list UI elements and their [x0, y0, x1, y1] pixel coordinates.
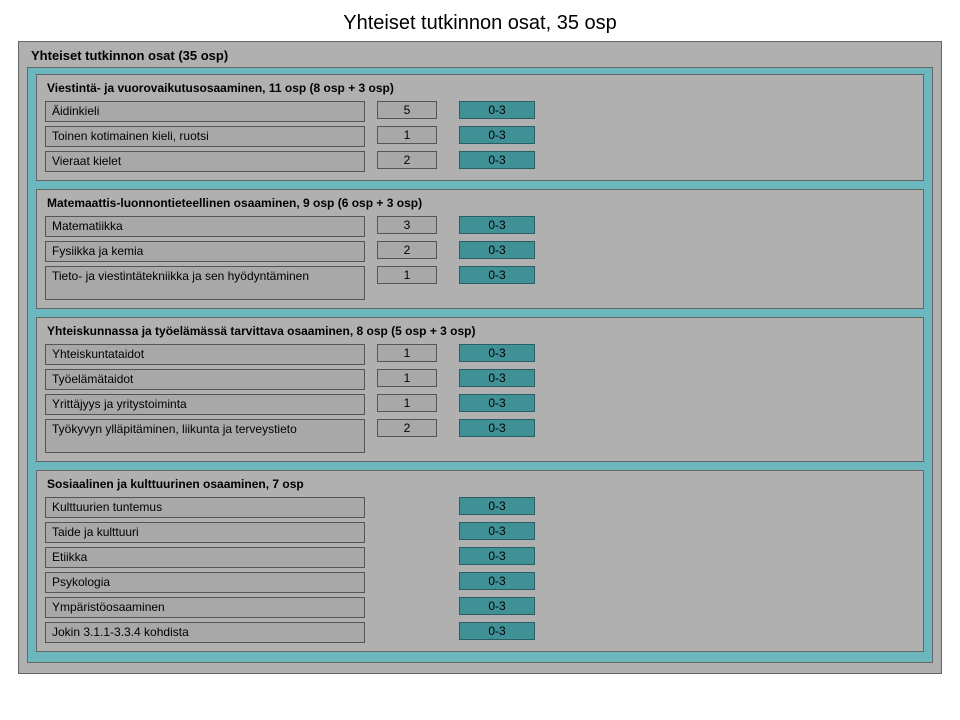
course-row: Kulttuurien tuntemus 0-3 [45, 497, 915, 518]
range-cell: 0-3 [459, 369, 535, 387]
range-cell: 0-3 [459, 547, 535, 565]
credits-cell: 1 [377, 266, 437, 284]
range-cell: 0-3 [459, 622, 535, 640]
range-cell: 0-3 [459, 126, 535, 144]
course-row: Psykologia 0-3 [45, 572, 915, 593]
main-panel: Viestintä- ja vuorovaikutusosaaminen, 11… [27, 67, 933, 663]
section: Viestintä- ja vuorovaikutusosaaminen, 11… [36, 74, 924, 181]
course-row: Vieraat kielet 2 0-3 [45, 151, 915, 172]
course-name-cell: Yhteiskuntataidot [45, 344, 365, 365]
range-cell: 0-3 [459, 522, 535, 540]
range-cell: 0-3 [459, 344, 535, 362]
course-row: Jokin 3.1.1-3.3.4 kohdista 0-3 [45, 622, 915, 643]
course-name-cell: Työelämätaidot [45, 369, 365, 390]
page-title: Yhteiset tutkinnon osat, 35 osp [0, 0, 960, 41]
range-cell: 0-3 [459, 394, 535, 412]
range-cell: 0-3 [459, 419, 535, 437]
credits-cell: 3 [377, 216, 437, 234]
credits-cell: 1 [377, 344, 437, 362]
range-cell: 0-3 [459, 101, 535, 119]
range-cell: 0-3 [459, 266, 535, 284]
course-name-cell: Jokin 3.1.1-3.3.4 kohdista [45, 622, 365, 643]
range-cell: 0-3 [459, 241, 535, 259]
credits-cell: 1 [377, 369, 437, 387]
course-name-cell: Tieto- ja viestintätekniikka ja sen hyöd… [45, 266, 365, 300]
section-title: Viestintä- ja vuorovaikutusosaaminen, 11… [45, 79, 915, 101]
course-name-cell: Toinen kotimainen kieli, ruotsi [45, 126, 365, 147]
credits-cell: 2 [377, 241, 437, 259]
course-row: Äidinkieli 5 0-3 [45, 101, 915, 122]
course-row: Työelämätaidot 1 0-3 [45, 369, 915, 390]
course-row: Matematiikka 3 0-3 [45, 216, 915, 237]
course-name-cell: Fysiikka ja kemia [45, 241, 365, 262]
outer-label: Yhteiset tutkinnon osat (35 osp) [27, 46, 933, 67]
credits-cell: 5 [377, 101, 437, 119]
course-name-cell: Kulttuurien tuntemus [45, 497, 365, 518]
course-name-cell: Yrittäjyys ja yritystoiminta [45, 394, 365, 415]
course-name-cell: Psykologia [45, 572, 365, 593]
course-row: Fysiikka ja kemia 2 0-3 [45, 241, 915, 262]
section: Sosiaalinen ja kulttuurinen osaaminen, 7… [36, 470, 924, 652]
outer-frame: Yhteiset tutkinnon osat (35 osp) Viestin… [18, 41, 942, 674]
course-row: Yrittäjyys ja yritystoiminta 1 0-3 [45, 394, 915, 415]
course-row: Etiikka 0-3 [45, 547, 915, 568]
credits-cell: 2 [377, 151, 437, 169]
range-cell: 0-3 [459, 216, 535, 234]
range-cell: 0-3 [459, 497, 535, 515]
credits-cell: 1 [377, 126, 437, 144]
course-row: Toinen kotimainen kieli, ruotsi 1 0-3 [45, 126, 915, 147]
credits-cell: 2 [377, 419, 437, 437]
course-name-cell: Äidinkieli [45, 101, 365, 122]
section-title: Sosiaalinen ja kulttuurinen osaaminen, 7… [45, 475, 915, 497]
section: Matemaattis-luonnontieteellinen osaamine… [36, 189, 924, 309]
course-name-cell: Taide ja kulttuuri [45, 522, 365, 543]
course-name-cell: Ympäristöosaaminen [45, 597, 365, 618]
course-name-cell: Vieraat kielet [45, 151, 365, 172]
course-name-cell: Matematiikka [45, 216, 365, 237]
section-title: Matemaattis-luonnontieteellinen osaamine… [45, 194, 915, 216]
range-cell: 0-3 [459, 597, 535, 615]
course-row: Työkyvyn ylläpitäminen, liikunta ja terv… [45, 419, 915, 453]
course-row: Ympäristöosaaminen 0-3 [45, 597, 915, 618]
course-name-cell: Työkyvyn ylläpitäminen, liikunta ja terv… [45, 419, 365, 453]
course-row: Yhteiskuntataidot 1 0-3 [45, 344, 915, 365]
range-cell: 0-3 [459, 151, 535, 169]
course-row: Tieto- ja viestintätekniikka ja sen hyöd… [45, 266, 915, 300]
range-cell: 0-3 [459, 572, 535, 590]
credits-cell: 1 [377, 394, 437, 412]
course-row: Taide ja kulttuuri 0-3 [45, 522, 915, 543]
course-name-cell: Etiikka [45, 547, 365, 568]
section: Yhteiskunnassa ja työelämässä tarvittava… [36, 317, 924, 462]
section-title: Yhteiskunnassa ja työelämässä tarvittava… [45, 322, 915, 344]
